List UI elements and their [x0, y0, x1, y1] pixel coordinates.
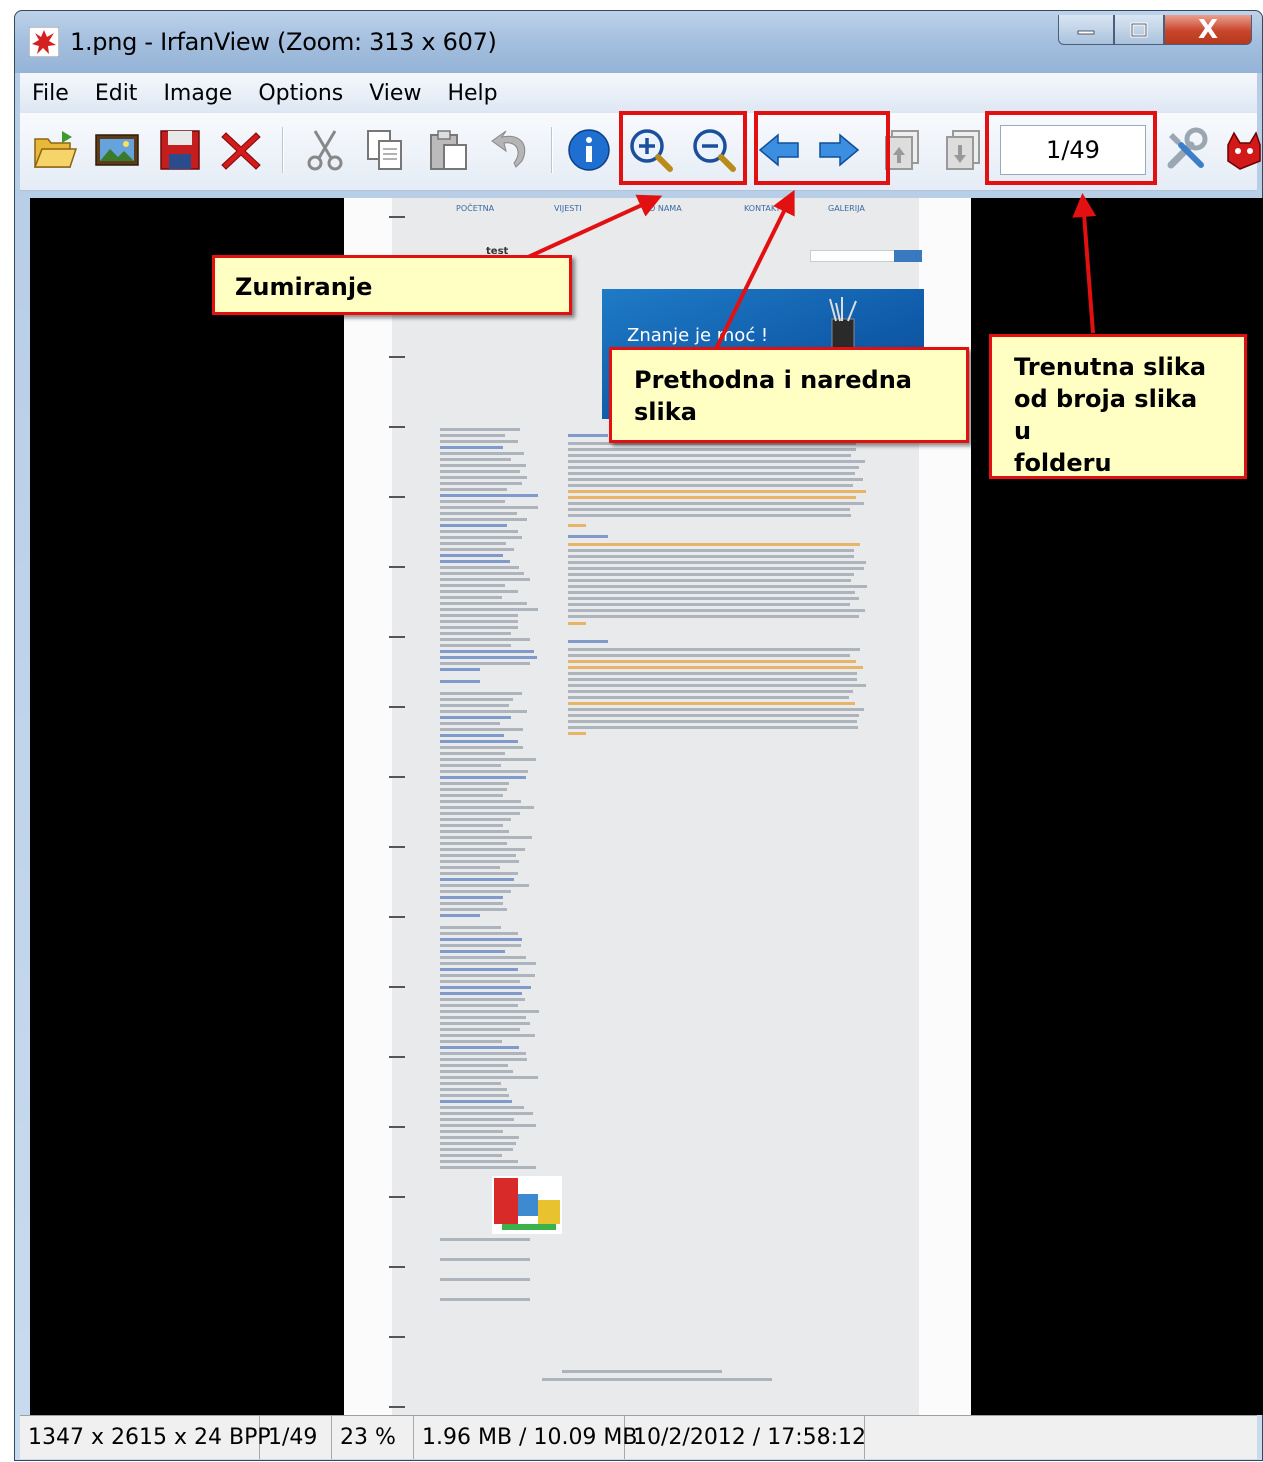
current-image-callout-line1: Trenutna slika: [1014, 353, 1207, 381]
status-bar: 1347 x 2615 x 24 BPP 1/49 23 % 1.96 MB /…: [20, 1415, 1257, 1459]
prev-next-callout: Prethodna i naredna slika: [609, 347, 969, 443]
current-image-callout-line2: od broja slika u: [1014, 385, 1198, 445]
zoom-callout: Zumiranje: [212, 255, 572, 315]
status-zoom: 23 %: [332, 1416, 414, 1459]
annotation-arrows: [514, 189, 1097, 352]
current-image-callout: Trenutna slika od broja slika u folderu: [989, 334, 1247, 479]
prev-next-callout-line1: Prethodna i naredna: [634, 366, 913, 394]
status-file-size: 1.96 MB / 10.09 MB: [414, 1416, 638, 1459]
prev-next-callout-line2: slika: [634, 398, 697, 426]
zoom-callout-text: Zumiranje: [235, 273, 373, 301]
status-datetime: 10/2/2012 / 17:58:12: [625, 1416, 866, 1459]
status-dimensions: 1347 x 2615 x 24 BPP: [20, 1416, 271, 1459]
status-image-index: 1/49: [260, 1416, 332, 1459]
irfanview-window: 1.png - IrfanView (Zoom: 313 x 607) X Fi…: [14, 10, 1263, 1461]
current-image-callout-line3: folderu: [1014, 449, 1112, 477]
